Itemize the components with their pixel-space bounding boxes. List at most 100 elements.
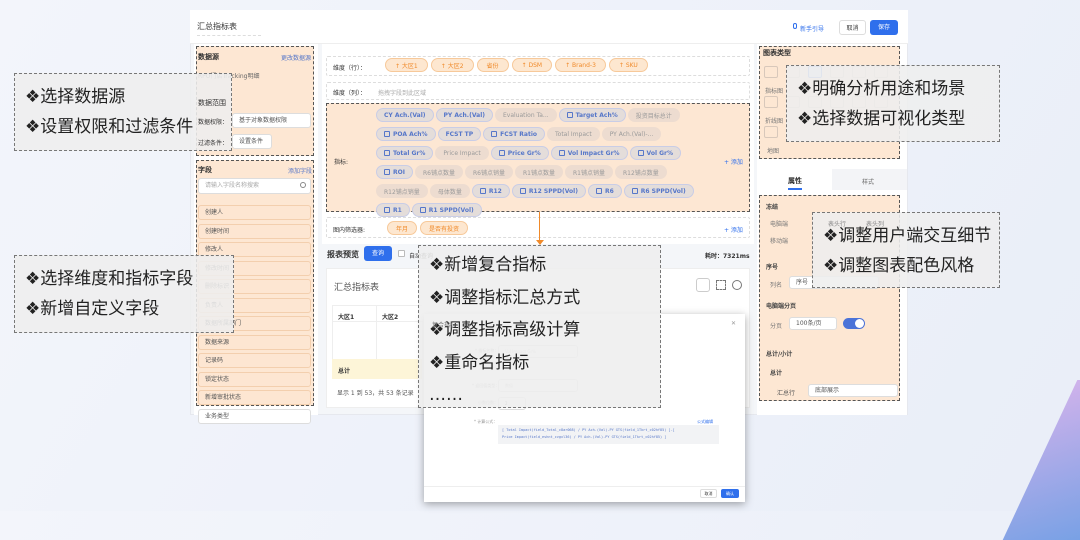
metric-chip[interactable]: R12	[471, 184, 510, 198]
col-name-label: 列名	[770, 282, 783, 289]
metric-chip[interactable]: POA Ach%	[376, 127, 436, 141]
dim-chip[interactable]: ↑ DSM	[511, 58, 553, 72]
metric-chip[interactable]: R12铺点数量	[614, 165, 667, 179]
report-title-input[interactable]: 汇总指标表	[197, 21, 261, 36]
metric-chip-label: Vol Gr%	[646, 149, 674, 157]
metric-chip-label: R12 SPPD(Vol)	[528, 187, 578, 195]
dim-chip[interactable]: ↑ Brand-3	[555, 58, 606, 72]
metric-chip[interactable]: 投资目标总计	[627, 108, 680, 122]
metric-chip-label: R1 SPPD(Vol)	[428, 206, 474, 214]
dim-chip[interactable]: ↑ SKU	[608, 58, 648, 72]
chart-type-icon[interactable]	[764, 66, 778, 78]
formula-icon	[384, 207, 390, 213]
metric-chip[interactable]: R1铺点数量	[514, 165, 563, 179]
field-search-input[interactable]: 请输入字段名称搜索	[198, 178, 311, 194]
metric-chip[interactable]: R1 SPPD(Vol)	[411, 203, 482, 217]
dialog-ok-button[interactable]: 确认	[721, 489, 739, 498]
metric-chip[interactable]: R6铺点数量	[414, 165, 463, 179]
metric-chip[interactable]: R6铺点销量	[464, 165, 513, 179]
dialog-cancel-button[interactable]: 取消	[700, 489, 717, 498]
sum-row-select[interactable]: 底部展示	[808, 384, 898, 397]
cancel-button[interactable]: 取消	[839, 20, 866, 35]
perm-select[interactable]: 基于对象数据权限	[232, 113, 311, 128]
formula-icon	[384, 131, 390, 137]
metric-chip[interactable]: FCST TP	[437, 127, 482, 141]
metric-chip[interactable]: R6 SPPD(Vol)	[623, 184, 694, 198]
metric-chip-label: POA Ach%	[393, 130, 428, 138]
metrics-label: 指标:	[334, 159, 349, 166]
field-item[interactable]: 创建时间	[198, 223, 311, 239]
metric-chip[interactable]: PY Ach.(Val)	[435, 108, 493, 122]
dim-chip[interactable]: ↑ 大区2	[430, 58, 474, 72]
metric-chip[interactable]: R12铺点销量	[376, 184, 428, 198]
annotation-line: ❖调整图表配色风格	[823, 256, 975, 276]
metric-chip[interactable]: R1	[376, 203, 410, 217]
tab-attributes[interactable]: 属性	[788, 176, 802, 190]
dims-row-label: 维度（行）：	[333, 65, 367, 72]
metric-chip[interactable]: Total Gr%	[376, 146, 434, 160]
metric-chip-label: R6铺点销量	[472, 169, 505, 177]
field-item[interactable]: 锁定状态	[198, 371, 311, 387]
query-button[interactable]: 查询	[364, 246, 392, 261]
metric-chip-label: Vol Impact Gr%	[567, 149, 620, 157]
metric-chip[interactable]: R1铺点销量	[564, 165, 613, 179]
guide-link[interactable]: 新手引导	[800, 24, 824, 33]
fullscreen-icon[interactable]	[716, 280, 726, 290]
metric-chip[interactable]: ROI	[376, 165, 413, 179]
add-field-link[interactable]: 添加字段	[288, 166, 312, 175]
metric-chip[interactable]: Vol Gr%	[629, 146, 682, 160]
metric-chip-label: FCST TP	[445, 130, 474, 138]
metric-chip[interactable]: PY Ach.(Val)-...	[601, 127, 662, 141]
add-metric-button[interactable]: + 添加	[724, 157, 743, 166]
chart-type-icon[interactable]	[764, 126, 778, 138]
metric-chip[interactable]: Price Impact	[435, 146, 489, 160]
dialog-close-icon[interactable]: ✕	[731, 320, 736, 327]
paging-select[interactable]: 100条/页	[789, 317, 837, 330]
annotation-line: ❖选择数据可视化类型	[797, 109, 966, 129]
filter-chip[interactable]: 是否有投资	[420, 221, 469, 235]
field-item[interactable]: 创建人	[198, 205, 311, 220]
formula-icon	[519, 188, 526, 194]
metric-chip[interactable]: Target Ach%	[558, 108, 626, 122]
metric-chip[interactable]: Price Gr%	[490, 146, 549, 160]
field-item[interactable]: 新增审批状态	[198, 390, 311, 405]
table-grid	[332, 305, 423, 360]
metric-chip[interactable]: R12 SPPD(Vol)	[511, 184, 586, 198]
formula-line-1: [ Total Impact(field_Total_c8ar068) / PY…	[502, 428, 675, 432]
head-col-checkbox[interactable]: 表头列	[866, 219, 884, 228]
chart-type-icon[interactable]	[764, 96, 778, 108]
save-button[interactable]: 保存	[870, 20, 898, 35]
add-filter-button[interactable]: + 添加	[724, 225, 743, 234]
arrow-line	[539, 212, 540, 242]
refresh-icon[interactable]	[732, 280, 742, 290]
dim-chip[interactable]: 省份	[476, 58, 509, 72]
filter-chip[interactable]: 年月	[387, 221, 418, 235]
change-datasource-link[interactable]: 更改数据源	[281, 53, 311, 62]
metric-chip[interactable]: Vol Impact Gr%	[550, 146, 628, 160]
fields-title: 字段	[198, 166, 212, 174]
metric-chip[interactable]: CY Ach.(Val)	[376, 108, 434, 122]
head-row-checkbox[interactable]: 表头行	[828, 219, 846, 228]
annotation-line: ❖选择维度和指标字段	[25, 269, 194, 289]
field-item[interactable]: 记录码	[198, 353, 311, 368]
filter-icon[interactable]	[696, 278, 710, 292]
tab-style[interactable]: 样式	[862, 177, 874, 186]
filter-label: 过滤条件：	[198, 140, 229, 147]
metric-chip[interactable]: FCST Ratio	[483, 127, 546, 141]
chart-type-title: 图表类型	[763, 49, 791, 57]
field-item[interactable]: 数据来源	[198, 334, 311, 350]
paging-toggle[interactable]	[843, 318, 865, 329]
metric-chip[interactable]: Evaluation Ta...	[495, 108, 557, 122]
field-item[interactable]: 业务类型	[198, 408, 311, 424]
dim-chip[interactable]: ↑ 大区1	[385, 58, 428, 72]
paging-title: 电脑端分页	[766, 303, 797, 310]
formula-box[interactable]: [ Total Impact(field_Total_c8ar068) / PY…	[498, 425, 719, 444]
auto-query-checkbox[interactable]	[398, 250, 405, 257]
metric-chip[interactable]: Total Impact	[547, 127, 600, 141]
metric-chip-label: Total Gr%	[393, 149, 426, 157]
metric-chip-label: R1	[393, 206, 402, 214]
search-icon[interactable]	[300, 182, 306, 188]
metric-chip[interactable]: R6	[587, 184, 622, 198]
metric-chip[interactable]: 母体数量	[429, 184, 470, 198]
set-condition-button[interactable]: 设置条件	[232, 134, 272, 149]
